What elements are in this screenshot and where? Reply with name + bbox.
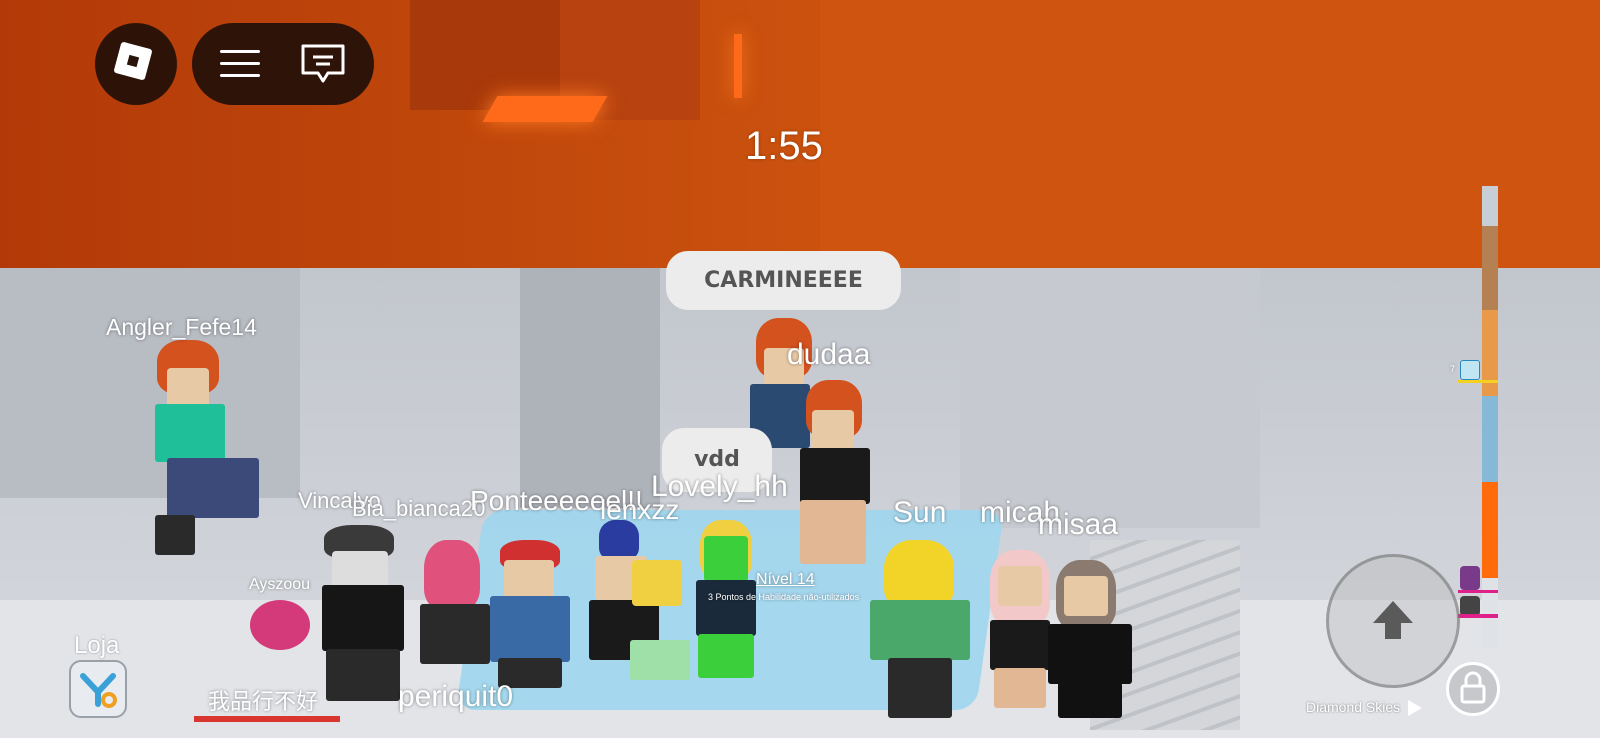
- height-progress-bar: [1482, 186, 1498, 648]
- jump-button[interactable]: [1326, 554, 1460, 688]
- skill-points-text: 3 Pontos de Habilidade não-utilizados: [708, 592, 860, 602]
- wall-panel: [960, 268, 1260, 528]
- avatar[interactable]: [155, 515, 195, 555]
- level-tag: Nível 14: [756, 571, 815, 588]
- avatar[interactable]: [310, 525, 420, 705]
- player-name: Angler_Fefe14: [106, 314, 257, 340]
- avatar[interactable]: [1040, 560, 1140, 720]
- chat-input-indicator: [194, 716, 340, 722]
- shift-lock-icon: [1460, 671, 1486, 704]
- avatar[interactable]: [250, 590, 310, 660]
- player-name: misaa: [1038, 508, 1119, 541]
- jump-arrow-icon: [1373, 601, 1413, 639]
- music-track-title: Diamond Skies: [1306, 699, 1401, 715]
- top-menu-bar: [192, 23, 374, 105]
- shop-button[interactable]: [69, 660, 127, 718]
- ceiling-light: [482, 96, 608, 122]
- shop-label: Loja: [74, 632, 120, 659]
- player-progress-avatar: [1460, 566, 1480, 590]
- wall-panel: [520, 268, 660, 508]
- chat-icon[interactable]: [300, 43, 346, 85]
- player-progress-avatar: [1460, 596, 1480, 616]
- player-progress-icon: [1460, 360, 1480, 380]
- player-progress-marker: [1458, 614, 1498, 618]
- roblox-logo-button[interactable]: [95, 23, 177, 105]
- player-name: periquit0: [398, 680, 514, 713]
- height-marker-line: [1458, 380, 1498, 383]
- shift-lock-button[interactable]: [1446, 662, 1500, 716]
- chat-bubble: CARMINEEEE: [666, 251, 901, 310]
- avatar[interactable]: [115, 340, 275, 540]
- ceiling-light: [734, 34, 742, 98]
- player-name: dudaa: [787, 338, 871, 371]
- player-name: Bia_bianca20: [352, 496, 486, 521]
- play-icon: [1408, 700, 1423, 717]
- player-progress-marker: [1458, 590, 1498, 593]
- player-name: Ayszoou: [249, 576, 311, 593]
- avatar[interactable]: [480, 540, 580, 690]
- roblox-logo-icon: [113, 41, 153, 81]
- player-name: 我品行不好: [208, 689, 319, 714]
- height-marker-count: 7: [1450, 364, 1456, 374]
- now-playing[interactable]: Diamond Skies: [1306, 699, 1423, 717]
- round-timer: 1:55: [745, 124, 823, 168]
- player-name: Sun: [893, 496, 947, 529]
- hamburger-menu-icon[interactable]: [220, 48, 260, 80]
- avatar[interactable]: [860, 540, 980, 720]
- shop-icon: [80, 673, 117, 708]
- player-name: lenxzz: [600, 494, 680, 525]
